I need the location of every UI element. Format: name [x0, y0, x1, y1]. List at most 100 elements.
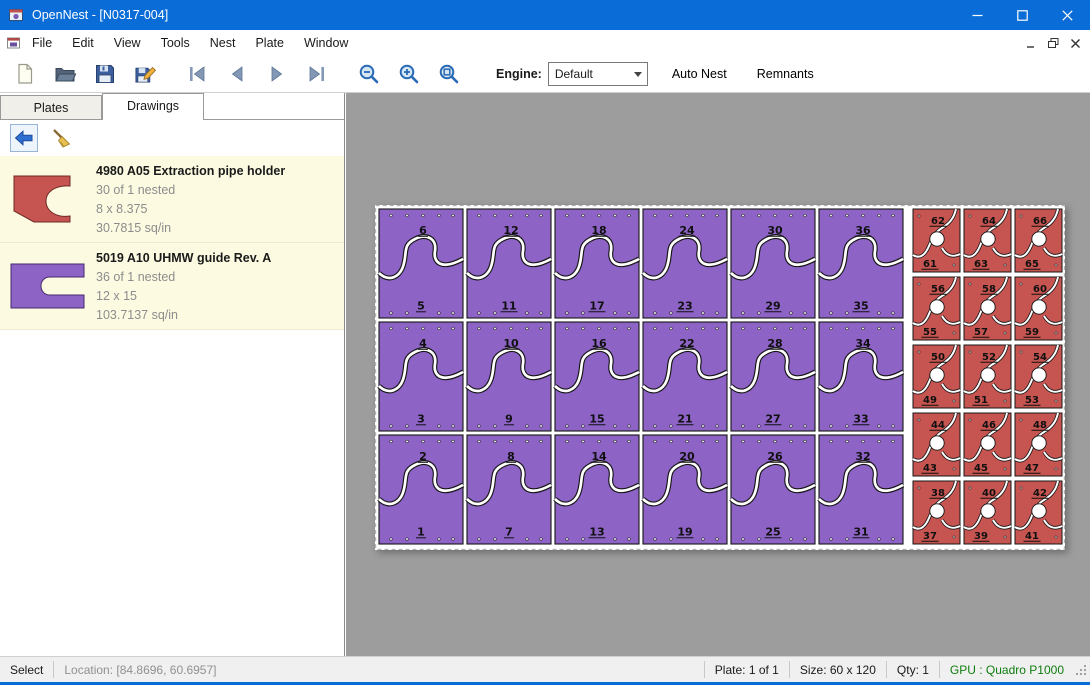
nested-part-pair[interactable]: 1615 — [555, 322, 639, 431]
drill-hole — [540, 214, 543, 217]
nested-part-pair[interactable]: 3433 — [819, 322, 903, 431]
nested-part-pair[interactable]: 3029 — [731, 209, 815, 318]
part-number: 41 — [1025, 531, 1039, 542]
drawing-nested-count: 36 of 1 nested — [96, 268, 271, 287]
menu-view[interactable]: View — [104, 31, 151, 55]
nested-part-pair[interactable]: 4039 — [964, 481, 1011, 544]
drill-hole — [628, 327, 631, 330]
clear-drawings-button[interactable] — [48, 124, 76, 152]
remnants-button[interactable]: Remnants — [751, 63, 820, 85]
maximize-button[interactable] — [1000, 0, 1045, 30]
part-number: 43 — [923, 463, 937, 474]
nested-part-pair[interactable]: 5857 — [964, 277, 1011, 340]
nested-part-pair[interactable]: 4241 — [1015, 481, 1062, 544]
drill-hole — [742, 538, 745, 541]
nested-part-pair[interactable]: 2221 — [643, 322, 727, 431]
open-button[interactable] — [50, 60, 80, 88]
drill-hole — [1055, 264, 1057, 266]
nested-part-pair[interactable]: 5655 — [913, 277, 960, 340]
nav-next-icon — [265, 62, 289, 86]
nested-part-pair[interactable]: 4847 — [1015, 413, 1062, 476]
menu-nest[interactable]: Nest — [200, 31, 246, 55]
drill-hole — [670, 538, 673, 541]
nested-part-pair[interactable]: 2625 — [731, 435, 815, 544]
part-number: 47 — [1025, 463, 1039, 474]
zoom-in-button[interactable] — [394, 60, 424, 88]
circular-cutout — [1032, 368, 1046, 382]
nested-part-pair[interactable]: 5453 — [1015, 345, 1062, 408]
menu-tools[interactable]: Tools — [151, 31, 200, 55]
status-qty: Qty: 1 — [887, 663, 939, 677]
nested-part-pair[interactable]: 6261 — [913, 209, 960, 272]
tab-plates[interactable]: Plates — [0, 95, 102, 119]
drill-hole — [654, 425, 657, 428]
nested-part-pair[interactable]: 3231 — [819, 435, 903, 544]
nested-part-pair[interactable]: 2423 — [643, 209, 727, 318]
nested-part-pair[interactable]: 6665 — [1015, 209, 1062, 272]
drawing-item[interactable]: 5019 A10 UHMW guide Rev. A 36 of 1 neste… — [0, 243, 344, 330]
part-number: 6 — [419, 224, 427, 237]
nav-last-button[interactable] — [302, 60, 332, 88]
auto-nest-button[interactable]: Auto Nest — [666, 63, 733, 85]
drill-hole — [598, 327, 601, 330]
nav-next-button[interactable] — [262, 60, 292, 88]
nested-part-pair[interactable]: 6463 — [964, 209, 1011, 272]
drill-hole — [774, 327, 777, 330]
nested-part-pair[interactable]: 6059 — [1015, 277, 1062, 340]
menu-plate[interactable]: Plate — [245, 31, 294, 55]
menu-window[interactable]: Window — [294, 31, 358, 55]
circular-cutout — [1032, 504, 1046, 518]
drill-hole — [478, 440, 481, 443]
nested-part-pair[interactable]: 2019 — [643, 435, 727, 544]
nested-part-pair[interactable]: 65 — [379, 209, 463, 318]
nested-part-pair[interactable]: 4443 — [913, 413, 960, 476]
nested-part-pair[interactable]: 2827 — [731, 322, 815, 431]
nested-part-pair[interactable]: 1817 — [555, 209, 639, 318]
drawing-item[interactable]: 4980 A05 Extraction pipe holder 30 of 1 … — [0, 156, 344, 243]
zoom-out-button[interactable] — [354, 60, 384, 88]
nested-part-pair[interactable]: 3837 — [913, 481, 960, 544]
drill-hole — [1004, 332, 1006, 334]
child-close-button[interactable] — [1064, 33, 1086, 53]
menu-edit[interactable]: Edit — [62, 31, 104, 55]
drill-hole — [452, 327, 455, 330]
drill-hole — [438, 538, 441, 541]
nesting-canvas[interactable]: 6512111817242330293635431091615222128273… — [346, 93, 1090, 657]
tab-drawings[interactable]: Drawings — [102, 93, 204, 120]
minimize-button[interactable] — [955, 0, 1000, 30]
zoom-fit-button[interactable] — [434, 60, 464, 88]
drill-hole — [478, 214, 481, 217]
engine-select[interactable]: Default — [548, 62, 648, 86]
nested-part-pair[interactable]: 5251 — [964, 345, 1011, 408]
nested-part-pair[interactable]: 3635 — [819, 209, 903, 318]
nested-part-pair[interactable]: 4645 — [964, 413, 1011, 476]
drill-hole — [918, 419, 920, 421]
nav-first-button[interactable] — [182, 60, 212, 88]
nested-part-pair[interactable]: 5049 — [913, 345, 960, 408]
drill-hole — [1004, 536, 1006, 538]
save-button[interactable] — [90, 60, 120, 88]
nested-part-pair[interactable]: 43 — [379, 322, 463, 431]
drill-hole — [494, 327, 497, 330]
nested-part-pair[interactable]: 21 — [379, 435, 463, 544]
drill-hole — [566, 538, 569, 541]
child-restore-button[interactable] — [1042, 33, 1064, 53]
drill-hole — [790, 327, 793, 330]
close-button[interactable] — [1045, 0, 1090, 30]
drill-hole — [1020, 487, 1022, 489]
drill-hole — [790, 312, 793, 315]
side-panel: Plates Drawings 4980 A05 Extraction pipe… — [0, 93, 345, 657]
child-minimize-button[interactable] — [1020, 33, 1042, 53]
nested-part-pair[interactable]: 1413 — [555, 435, 639, 544]
send-to-plate-button[interactable] — [10, 124, 38, 152]
nav-prev-button[interactable] — [222, 60, 252, 88]
resize-grip[interactable] — [1074, 663, 1088, 677]
nested-part-pair[interactable]: 109 — [467, 322, 551, 431]
save-as-button[interactable] — [130, 60, 160, 88]
nested-part-pair[interactable]: 1211 — [467, 209, 551, 318]
new-button[interactable] — [10, 60, 40, 88]
nested-part-pair[interactable]: 87 — [467, 435, 551, 544]
plate-sheet[interactable]: 6512111817242330293635431091615222128273… — [375, 205, 1065, 550]
menu-file[interactable]: File — [22, 31, 62, 55]
nest-plate[interactable]: 6512111817242330293635431091615222128273… — [375, 205, 1065, 550]
